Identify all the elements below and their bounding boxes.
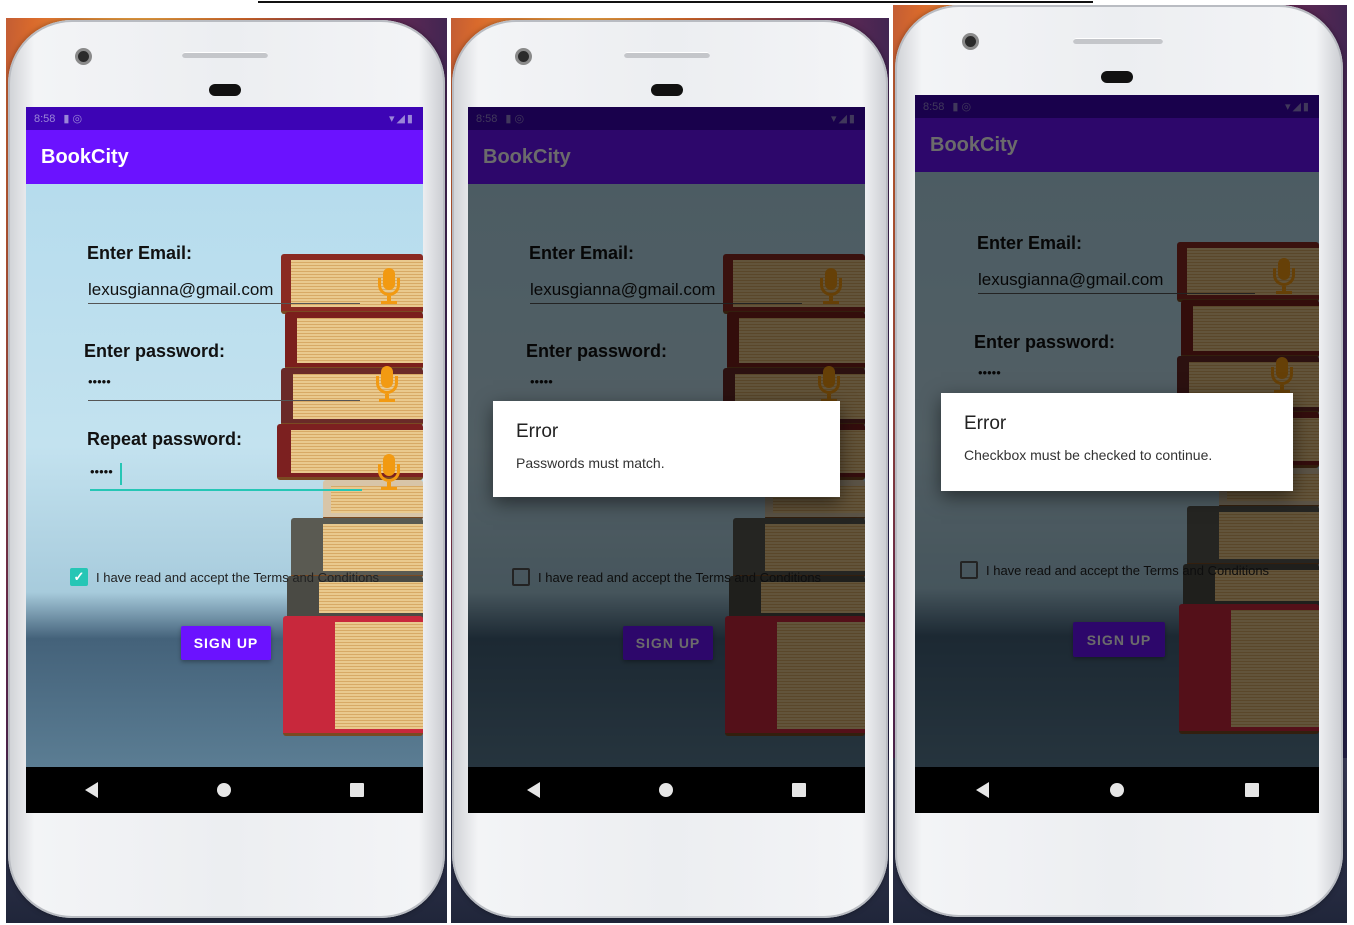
terms-checkbox[interactable]: ✓ <box>70 568 88 586</box>
password-mic-icon[interactable] <box>374 366 400 404</box>
app-bar: BookCity <box>26 130 423 184</box>
recents-icon[interactable] <box>791 783 806 797</box>
front-camera <box>515 48 532 65</box>
back-icon[interactable] <box>975 782 989 798</box>
signup-form: Enter Email: lexusgianna@gmail.com Enter… <box>26 184 423 767</box>
earpiece-speaker <box>1073 38 1163 44</box>
screenshot-collage: 8:58 ▮ ◎ ▾◢▮ BookCity Enter Email: lexus… <box>0 0 1354 925</box>
back-icon[interactable] <box>527 782 541 798</box>
front-camera <box>962 33 979 50</box>
nav-bar <box>26 767 423 813</box>
nav-bar <box>915 767 1319 813</box>
status-bar: 8:58 ▮ ◎ ▾◢▮ <box>26 107 423 130</box>
phone-screen: 8:58 ▮ ◎ ▾◢▮ BookCity <box>915 95 1319 813</box>
home-icon[interactable] <box>1109 783 1124 797</box>
status-time: 8:58 <box>34 112 56 125</box>
terms-label: I have read and accept the Terms and Con… <box>96 569 380 585</box>
email-input[interactable]: lexusgianna@gmail.com <box>88 280 273 300</box>
repeat-password-input[interactable]: ••••• <box>90 464 113 479</box>
proximity-sensor <box>651 84 683 96</box>
nav-bar <box>468 767 865 813</box>
password-underline <box>88 400 360 401</box>
back-icon[interactable] <box>85 782 99 798</box>
phone-screen: 8:58 ▮ ◎ ▾◢▮ BookCity <box>468 107 865 813</box>
phone-frame: 8:58 ▮ ◎ ▾◢▮ BookCity <box>895 5 1343 917</box>
panel-2: 8:58 ▮ ◎ ▾◢▮ BookCity <box>451 18 889 923</box>
front-camera <box>75 48 92 65</box>
error-dialog: Error Passwords must match. <box>493 401 840 497</box>
recents-icon[interactable] <box>1244 783 1259 797</box>
books-background-image <box>273 254 423 767</box>
phone-screen: 8:58 ▮ ◎ ▾◢▮ BookCity <box>26 107 423 813</box>
dialog-message: Checkbox must be checked to continue. <box>964 447 1213 463</box>
dialog-title: Error <box>516 421 559 442</box>
panel-1: 8:58 ▮ ◎ ▾◢▮ BookCity Enter Email: lexus… <box>6 18 447 923</box>
password-input[interactable]: ••••• <box>88 374 111 389</box>
phone-frame: 8:58 ▮ ◎ ▾◢▮ BookCity <box>452 20 888 918</box>
repeat-password-mic-icon[interactable] <box>376 454 402 492</box>
app-title: BookCity <box>41 145 129 168</box>
terms-row[interactable]: ✓ I have read and accept the Terms and C… <box>70 568 379 586</box>
text-cursor <box>120 463 122 485</box>
email-label: Enter Email: <box>87 243 193 263</box>
proximity-sensor <box>209 84 241 96</box>
home-icon[interactable] <box>216 783 231 797</box>
email-mic-icon[interactable] <box>376 268 402 306</box>
panel-3: 8:58 ▮ ◎ ▾◢▮ BookCity <box>893 5 1347 923</box>
earpiece-speaker <box>182 52 268 58</box>
top-rule <box>258 1 1093 3</box>
repeat-password-label: Repeat password: <box>87 429 243 449</box>
dialog-message: Passwords must match. <box>516 455 665 471</box>
repeat-password-underline <box>90 489 362 491</box>
error-dialog: Error Checkbox must be checked to contin… <box>941 393 1293 491</box>
email-underline <box>88 303 360 304</box>
password-label: Enter password: <box>84 341 226 361</box>
earpiece-speaker <box>624 52 710 58</box>
sign-up-button[interactable]: SIGN UP <box>181 626 271 660</box>
home-icon[interactable] <box>658 783 673 797</box>
dialog-title: Error <box>964 413 1007 434</box>
recents-icon[interactable] <box>349 783 364 797</box>
proximity-sensor <box>1101 71 1133 83</box>
phone-frame: 8:58 ▮ ◎ ▾◢▮ BookCity <box>8 20 445 918</box>
signal-battery-icon: ▾◢▮ <box>388 113 415 125</box>
notification-icons: ▮ ◎ <box>63 113 83 125</box>
